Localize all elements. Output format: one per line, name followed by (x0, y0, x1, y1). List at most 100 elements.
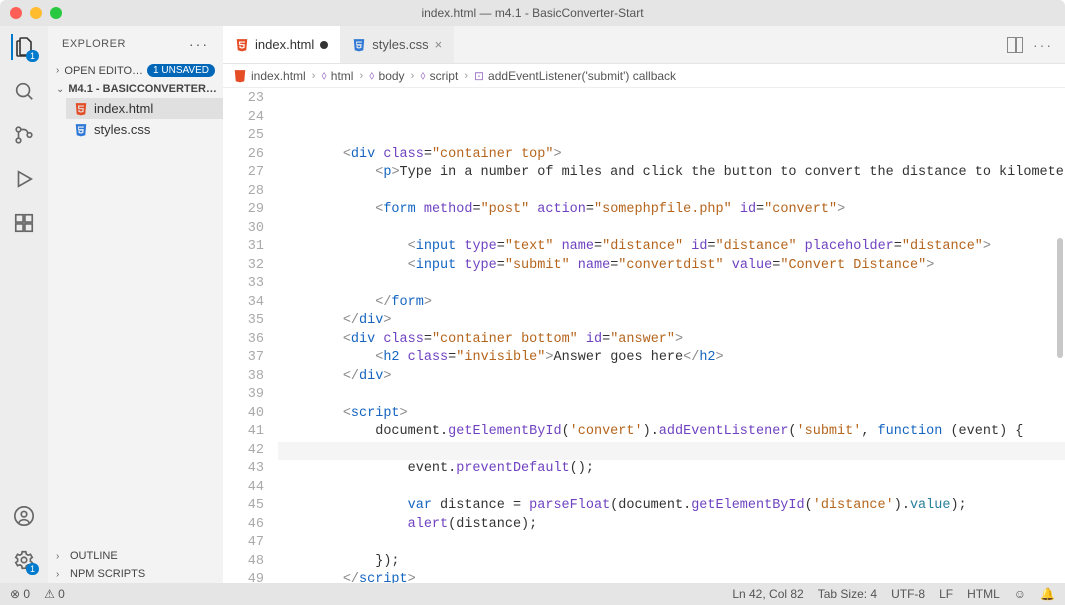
line-number: 34 (223, 294, 264, 313)
code-line[interactable] (278, 183, 1065, 202)
open-editors-section[interactable]: › OPEN EDITO… 1 UNSAVED (48, 61, 223, 80)
sidebar-file-item[interactable]: index.html (66, 98, 223, 119)
status-warnings[interactable]: ⚠ 0 (44, 587, 65, 601)
code-line[interactable]: </script> (278, 571, 1065, 583)
line-number: 33 (223, 275, 264, 294)
line-number: 35 (223, 312, 264, 331)
code-line[interactable]: <input type="text" name="distance" id="d… (278, 238, 1065, 257)
run-debug-icon[interactable] (11, 166, 37, 192)
extensions-icon[interactable] (11, 210, 37, 236)
tab-styles-css[interactable]: styles.css × (340, 26, 454, 63)
sidebar-file-item[interactable]: styles.css (66, 119, 223, 140)
code-line[interactable]: <h2 class="invisible">Answer goes here</… (278, 349, 1065, 368)
line-number: 44 (223, 479, 264, 498)
line-number: 48 (223, 553, 264, 572)
open-editors-label: OPEN EDITO… (64, 65, 143, 77)
line-number: 46 (223, 516, 264, 535)
line-number: 36 (223, 331, 264, 350)
code-line[interactable]: event.preventDefault(); (278, 460, 1065, 479)
line-number: 28 (223, 183, 264, 202)
code-line[interactable]: <script> (278, 405, 1065, 424)
code-line[interactable]: alert(distance); (278, 516, 1065, 535)
breadcrumb-label: script (430, 69, 459, 83)
status-lang[interactable]: HTML (967, 587, 1000, 601)
npm-scripts-section[interactable]: › NPM SCRIPTS (48, 565, 223, 583)
settings-gear-icon[interactable]: 1 (11, 547, 37, 573)
tab-index-html[interactable]: index.html (223, 26, 340, 63)
line-number: 42 (223, 442, 264, 461)
file-name: index.html (94, 101, 153, 116)
editor-more-icon[interactable]: ··· (1033, 37, 1053, 53)
status-errors[interactable]: ⊗ 0 (10, 587, 30, 601)
code-line[interactable] (278, 220, 1065, 239)
code-line[interactable]: <div class="container top"> (278, 146, 1065, 165)
editor-tabs: index.html styles.css × ··· (223, 26, 1065, 64)
chevron-right-icon: › (312, 70, 316, 82)
code-line[interactable]: <input type="submit" name="convertdist" … (278, 257, 1065, 276)
code-line[interactable]: </form> (278, 294, 1065, 313)
status-feedback-icon[interactable]: ☺ (1014, 587, 1026, 601)
line-number: 24 (223, 109, 264, 128)
code-line[interactable]: }); (278, 553, 1065, 572)
code-editor[interactable]: 2324252627282930313233343536373839404142… (223, 88, 1065, 583)
status-bell-icon[interactable]: 🔔 (1040, 587, 1055, 601)
line-number: 49 (223, 571, 264, 583)
folder-section[interactable]: ⌄ M4.1 - BASICCONVERTER… (48, 80, 223, 98)
status-encoding[interactable]: UTF-8 (891, 587, 925, 601)
code-line[interactable] (278, 386, 1065, 405)
split-editor-icon[interactable] (1007, 37, 1023, 53)
explorer-icon[interactable]: 1 (11, 34, 37, 60)
chevron-right-icon: › (411, 70, 415, 82)
code-line[interactable] (278, 479, 1065, 498)
sidebar-title: EXPLORER (62, 38, 126, 50)
line-number: 47 (223, 534, 264, 553)
explorer-badge: 1 (26, 50, 39, 62)
outline-label: OUTLINE (70, 550, 118, 562)
breadcrumb-item[interactable]: ⬨script (420, 68, 458, 83)
outline-section[interactable]: › OUTLINE (48, 547, 223, 565)
line-number: 39 (223, 386, 264, 405)
search-icon[interactable] (11, 78, 37, 104)
close-tab-icon[interactable]: × (435, 37, 443, 52)
code-line[interactable]: </div> (278, 368, 1065, 387)
breadcrumb-item[interactable]: ⬨html (321, 68, 353, 83)
line-number: 23 (223, 90, 264, 109)
activity-bar: 1 1 (0, 26, 48, 583)
chevron-right-icon: › (56, 65, 60, 76)
breadcrumb-item[interactable]: ⬨body (369, 68, 404, 83)
code-line[interactable] (278, 534, 1065, 553)
line-number: 41 (223, 423, 264, 442)
status-lncol[interactable]: Ln 42, Col 82 (732, 587, 803, 601)
current-line-highlight (278, 442, 1065, 461)
code-line[interactable]: </div> (278, 312, 1065, 331)
code-line[interactable]: <div class="container bottom" id="answer… (278, 331, 1065, 350)
source-control-icon[interactable] (11, 122, 37, 148)
scrollbar-thumb[interactable] (1057, 238, 1063, 358)
breadcrumb-item[interactable]: index.html (233, 69, 306, 83)
dirty-indicator-icon (320, 41, 328, 49)
chevron-right-icon: › (56, 569, 66, 580)
code-line[interactable]: <p>Type in a number of miles and click t… (278, 164, 1065, 183)
status-tabsize[interactable]: Tab Size: 4 (818, 587, 877, 601)
chevron-down-icon: ⌄ (56, 84, 64, 95)
sidebar-more-icon[interactable]: ··· (189, 36, 209, 52)
window-title: index.html — m4.1 - BasicConverter-Start (0, 6, 1065, 20)
accounts-icon[interactable] (11, 503, 37, 529)
sidebar: EXPLORER ··· › OPEN EDITO… 1 UNSAVED ⌄ M… (48, 26, 223, 583)
code-line[interactable] (278, 275, 1065, 294)
status-eol[interactable]: LF (939, 587, 953, 601)
settings-badge: 1 (26, 563, 39, 575)
line-number: 40 (223, 405, 264, 424)
code-line[interactable]: <form method="post" action="somephpfile.… (278, 201, 1065, 220)
line-number: 32 (223, 257, 264, 276)
code-line[interactable]: var distance = parseFloat(document.getEl… (278, 497, 1065, 516)
breadcrumb[interactable]: index.html›⬨html›⬨body›⬨script›⊡addEvent… (223, 64, 1065, 88)
breadcrumb-label: html (331, 69, 354, 83)
titlebar: index.html — m4.1 - BasicConverter-Start (0, 0, 1065, 26)
chevron-right-icon: › (464, 70, 468, 82)
tab-label: index.html (255, 37, 314, 52)
file-name: styles.css (94, 122, 150, 137)
tab-label: styles.css (372, 37, 428, 52)
breadcrumb-item[interactable]: ⊡addEventListener('submit') callback (474, 69, 676, 83)
code-line[interactable]: document.getElementById('convert').addEv… (278, 423, 1065, 442)
